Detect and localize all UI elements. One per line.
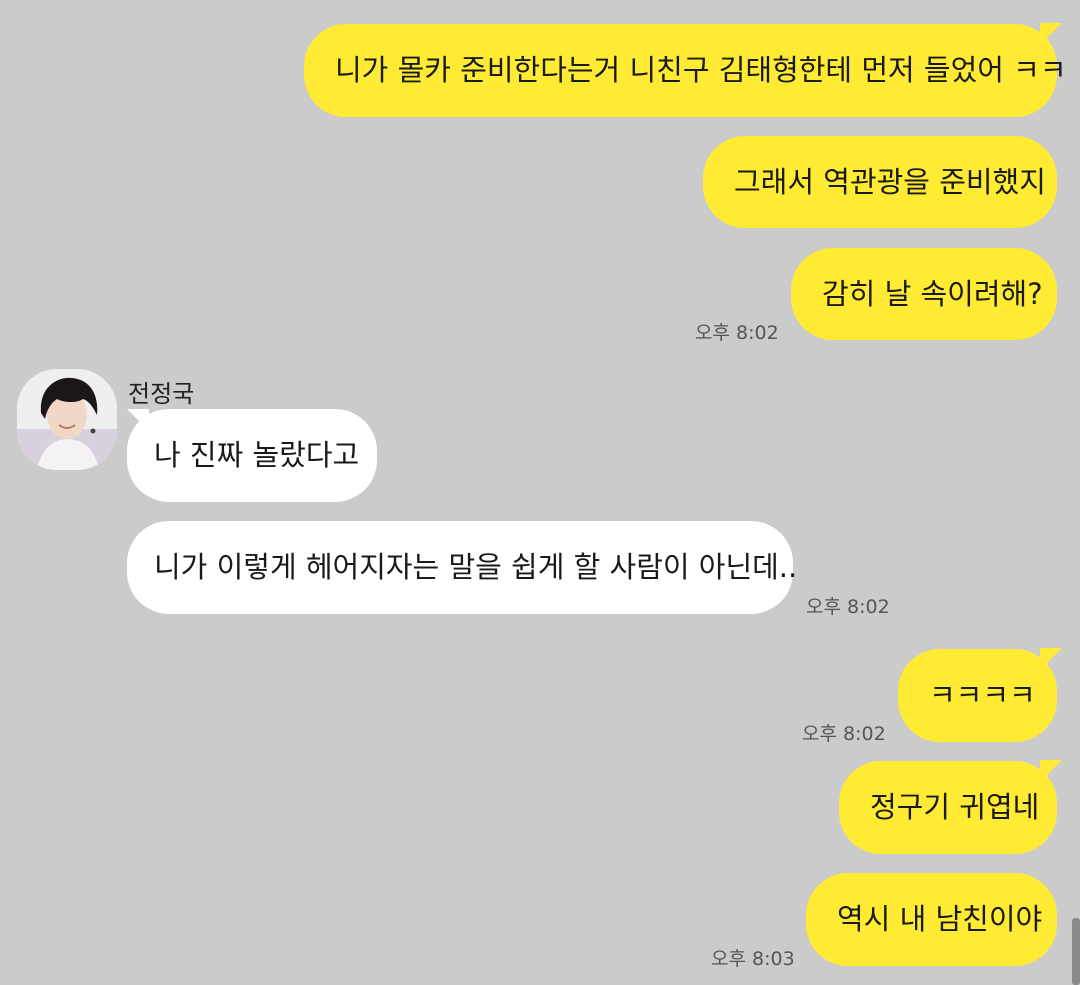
message-text: 니가 몰카 준비한다는거 니친구 김태형한테 먼저 들었어 ㅋㅋ <box>335 53 1067 87</box>
message-text: 감히 날 속이려해? <box>822 276 1043 311</box>
message-timestamp: 오후 8:02 <box>695 322 779 344</box>
my-message-bubble[interactable]: 그래서 역관광을 준비했지 <box>703 136 1057 228</box>
message-timestamp: 오후 8:02 <box>802 723 886 745</box>
their-message-bubble[interactable]: 나 진짜 놀랐다고 <box>127 409 377 502</box>
my-message-bubble[interactable]: 역시 내 남친이야 <box>806 873 1057 966</box>
scrollbar-thumb[interactable] <box>1072 918 1080 985</box>
their-message-bubble[interactable]: 니가 이렇게 헤어지자는 말을 쉽게 할 사람이 아닌데.. <box>127 521 797 614</box>
message-text: 그래서 역관광을 준비했지 <box>734 164 1046 199</box>
message-text: 정구기 귀엽네 <box>870 790 1040 824</box>
chat-window[interactable]: 니가 몰카 준비한다는거 니친구 김태형한테 먼저 들었어 ㅋㅋ 그래서 역관광… <box>0 0 1080 985</box>
sender-name[interactable]: 전정국 <box>128 374 194 409</box>
my-message-bubble[interactable]: ㅋㅋㅋㅋ <box>898 649 1057 742</box>
message-text: 나 진짜 놀랐다고 <box>154 438 360 472</box>
message-timestamp: 오후 8:03 <box>711 948 795 970</box>
my-message-bubble[interactable]: 정구기 귀엽네 <box>839 761 1057 854</box>
message-timestamp: 오후 8:02 <box>806 596 890 618</box>
message-text: 니가 이렇게 헤어지자는 말을 쉽게 할 사람이 아닌데.. <box>154 550 798 584</box>
message-text: ㅋㅋㅋㅋ <box>929 678 1036 712</box>
my-message-bubble[interactable]: 감히 날 속이려해? <box>791 248 1057 340</box>
message-text: 역시 내 남친이야 <box>837 902 1043 936</box>
my-message-bubble[interactable]: 니가 몰카 준비한다는거 니친구 김태형한테 먼저 들었어 ㅋㅋ <box>304 24 1067 117</box>
contact-avatar[interactable] <box>17 369 117 470</box>
avatar-photo-icon <box>17 369 117 470</box>
